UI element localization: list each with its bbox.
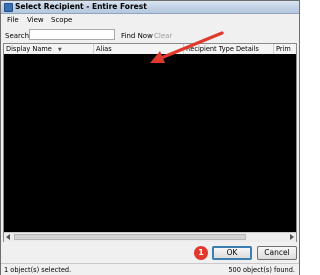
menu-file[interactable]: File [7, 16, 19, 24]
column-header-label: Alias [96, 45, 112, 53]
list-content-area[interactable] [4, 54, 296, 232]
column-header-label: Recipient Type Details [186, 45, 259, 53]
search-row: Search: Find Now Clear [1, 28, 299, 43]
status-found-count: 500 object(s) found. [228, 266, 295, 274]
clear-button[interactable]: Clear [154, 32, 172, 40]
column-header-alias[interactable]: Alias [94, 44, 184, 54]
recipient-list[interactable]: Display Name ▼ Alias Recipient Type Detai… [3, 43, 297, 242]
column-header-primary[interactable]: Prim [274, 44, 296, 54]
app-icon [4, 3, 13, 12]
sort-down-icon: ▼ [57, 47, 62, 53]
window-title: Select Recipient - Entire Forest [15, 2, 147, 11]
search-label: Search: [5, 32, 32, 40]
find-now-button[interactable]: Find Now [121, 32, 153, 40]
status-selected-count: 1 object(s) selected. [4, 266, 72, 274]
menu-scope[interactable]: Scope [51, 16, 72, 24]
horizontal-scrollbar[interactable] [4, 232, 296, 242]
annotation-step-badge: 1 [194, 246, 208, 260]
cancel-button[interactable]: Cancel [257, 246, 297, 260]
column-header-label: Prim [276, 45, 291, 53]
scroll-right-icon[interactable] [290, 234, 294, 240]
title-bar[interactable]: Select Recipient - Entire Forest [1, 1, 299, 14]
search-input[interactable] [29, 29, 115, 40]
scroll-left-icon[interactable] [6, 234, 10, 240]
status-bar: 1 object(s) selected. 500 object(s) foun… [1, 263, 299, 275]
column-header-display-name[interactable]: Display Name ▼ [4, 44, 94, 54]
column-header-recipient-type[interactable]: Recipient Type Details [184, 44, 274, 54]
scrollbar-thumb[interactable] [14, 234, 246, 240]
ok-button[interactable]: OK [212, 246, 252, 260]
column-header-label: Display Name [6, 45, 52, 53]
menu-bar: File View Scope [1, 14, 299, 26]
dialog-window: Select Recipient - Entire Forest File Vi… [0, 0, 300, 275]
menu-view[interactable]: View [27, 16, 44, 24]
